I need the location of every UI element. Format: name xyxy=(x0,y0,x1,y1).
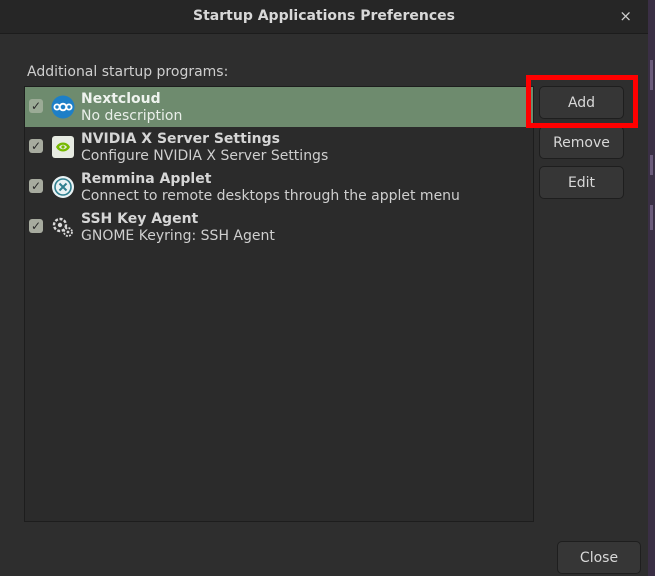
app-description: Configure NVIDIA X Server Settings xyxy=(81,148,329,164)
edge-mark xyxy=(650,155,653,175)
startup-preferences-window: Startup Applications Preferences × Addit… xyxy=(0,0,648,576)
window-title: Startup Applications Preferences xyxy=(193,8,455,24)
list-item-nvidia[interactable]: ✓ NVIDIA X Server Settings Configure NVI… xyxy=(25,127,533,167)
remmina-icon xyxy=(52,176,74,198)
app-name: Nextcloud xyxy=(81,91,161,107)
app-name: Remmina Applet xyxy=(81,171,212,187)
nvidia-icon xyxy=(52,136,74,158)
nextcloud-icon xyxy=(51,95,75,119)
ssh-key-agent-icon xyxy=(52,217,73,237)
list-item-remmina[interactable]: ✓ Remmina Applet Connect to remote deskt… xyxy=(25,167,533,207)
enabled-checkbox[interactable]: ✓ xyxy=(29,219,43,233)
enabled-checkbox[interactable]: ✓ xyxy=(29,139,43,153)
app-name: NVIDIA X Server Settings xyxy=(81,131,280,147)
window-close-icon[interactable]: × xyxy=(619,7,632,25)
remove-button[interactable]: Remove xyxy=(539,126,624,159)
startup-programs-list[interactable]: ✓ Nextcloud No description ✓ NVIDIA X Se… xyxy=(24,86,534,522)
enabled-checkbox[interactable]: ✓ xyxy=(29,99,43,113)
background-edge xyxy=(648,0,655,576)
list-label: Additional startup programs: xyxy=(27,64,229,80)
add-button-highlight-box xyxy=(526,75,638,128)
list-item-ssh-key-agent[interactable]: ✓ SSH Key Agent GNOME Keyring: SSH Agent xyxy=(25,207,533,247)
edge-mark xyxy=(650,60,653,90)
list-item-nextcloud[interactable]: ✓ Nextcloud No description xyxy=(25,87,533,127)
edge-mark xyxy=(650,205,653,230)
close-button[interactable]: Close xyxy=(557,541,641,574)
enabled-checkbox[interactable]: ✓ xyxy=(29,179,43,193)
app-name: SSH Key Agent xyxy=(81,211,199,227)
app-description: GNOME Keyring: SSH Agent xyxy=(81,228,275,244)
app-description: No description xyxy=(81,108,183,124)
title-bar: Startup Applications Preferences × xyxy=(0,0,648,34)
app-description: Connect to remote desktops through the a… xyxy=(81,188,460,204)
edit-button[interactable]: Edit xyxy=(539,166,624,199)
